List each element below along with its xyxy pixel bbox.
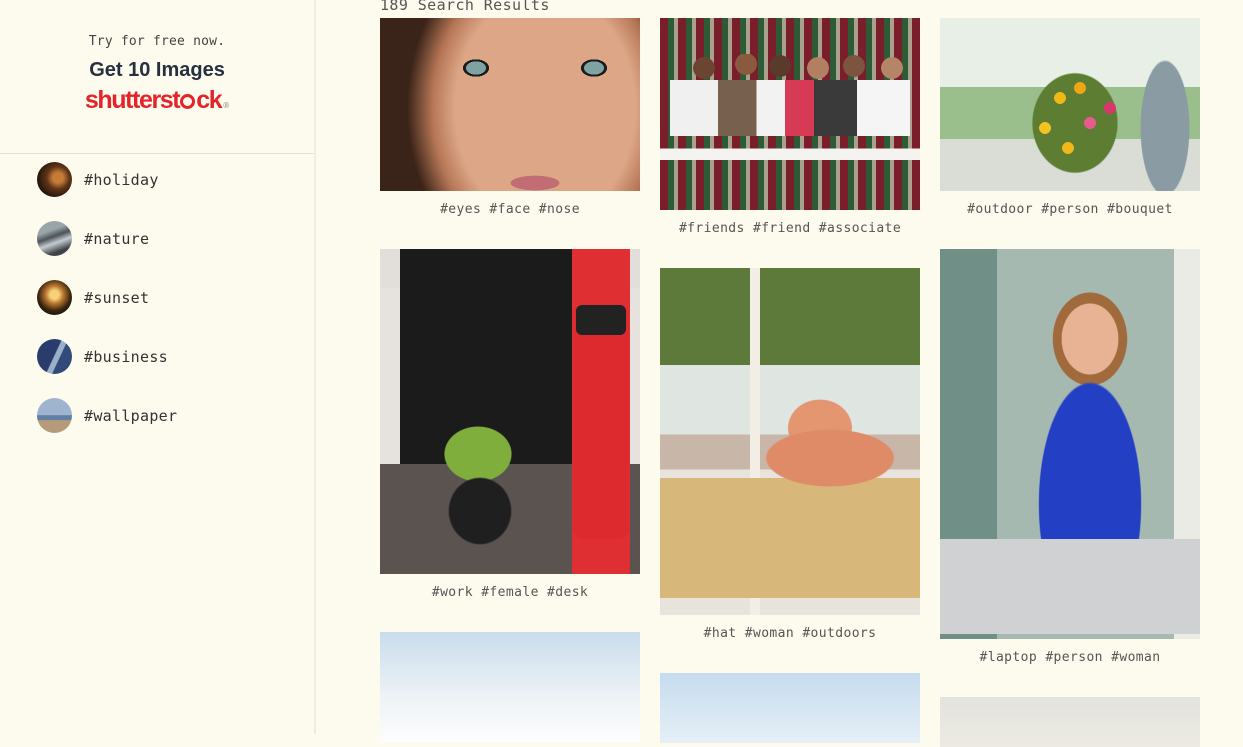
wallpaper-thumbnail [37, 398, 72, 433]
result-card[interactable] [380, 632, 640, 742]
tag-list: #holiday #nature #sunset #business #wall… [37, 150, 177, 445]
logo-text-end: ck [196, 86, 222, 114]
tag-label: #nature [84, 229, 150, 248]
result-card[interactable]: #eyes #face #nose [380, 18, 640, 217]
photo-caption: #eyes #face #nose [440, 202, 580, 217]
promo-tagline: Try for free now. [88, 34, 226, 49]
photo-desk-plant-bottle[interactable] [380, 249, 640, 574]
tag-item-holiday[interactable]: #holiday [37, 150, 177, 209]
red-bottle-shape [573, 307, 629, 539]
logo-text-start: shutterst [84, 86, 181, 114]
result-card[interactable]: #outdoor #person #bouquet [940, 18, 1200, 217]
tag-label: #business [84, 347, 168, 366]
photo-caption: #outdoor #person #bouquet [967, 202, 1173, 217]
sidebar: Try for free now. Get 10 Images shutters… [0, 0, 316, 734]
result-card[interactable]: #work #female #desk [380, 249, 640, 600]
trademark-symbol: ® [223, 101, 230, 110]
shutterstock-promo[interactable]: Try for free now. Get 10 Images shutters… [0, 0, 314, 154]
photo-woman-laptop[interactable] [940, 249, 1200, 639]
business-thumbnail [37, 339, 72, 374]
result-card[interactable]: #laptop #person #woman [940, 249, 1200, 665]
photo-students-library[interactable] [660, 18, 920, 210]
photo-caption: #work #female #desk [431, 585, 589, 600]
tag-label: #sunset [84, 288, 150, 307]
tag-item-wallpaper[interactable]: #wallpaper [37, 386, 177, 445]
result-card[interactable] [940, 697, 1200, 747]
photo-caption: #laptop #person #woman [979, 650, 1161, 665]
logo-o-icon [180, 94, 196, 109]
shutterstock-logo[interactable]: shutterst ck ® [85, 86, 229, 115]
photo-caption: #friends #friend #associate [678, 221, 902, 236]
bottle-cap-shape [576, 305, 626, 335]
sunset-thumbnail [37, 280, 72, 315]
tag-item-business[interactable]: #business [37, 327, 177, 386]
tag-label: #wallpaper [84, 406, 178, 425]
promo-headline: Get 10 Images [89, 59, 225, 81]
photo-woman-bouquet[interactable] [940, 18, 1200, 191]
tag-label: #holiday [84, 170, 159, 189]
result-card[interactable] [660, 673, 920, 743]
photo-blue-sky[interactable] [660, 673, 920, 743]
nature-thumbnail [37, 221, 72, 256]
results-count: 189 Search Results [380, 0, 550, 14]
tag-item-nature[interactable]: #nature [37, 209, 177, 268]
result-card[interactable]: #friends #friend #associate [660, 18, 920, 236]
group-of-people-shape [670, 54, 910, 136]
photo-caption: #hat #woman #outdoors [703, 626, 877, 641]
tag-item-sunset[interactable]: #sunset [37, 268, 177, 327]
photo-girl-face[interactable] [380, 18, 640, 191]
photo-woman-hat[interactable] [660, 268, 920, 615]
photo-sky-clouds[interactable] [380, 632, 640, 742]
holiday-thumbnail [37, 162, 72, 197]
photo-pale-wall[interactable] [940, 697, 1200, 747]
result-card[interactable]: #hat #woman #outdoors [660, 268, 920, 641]
